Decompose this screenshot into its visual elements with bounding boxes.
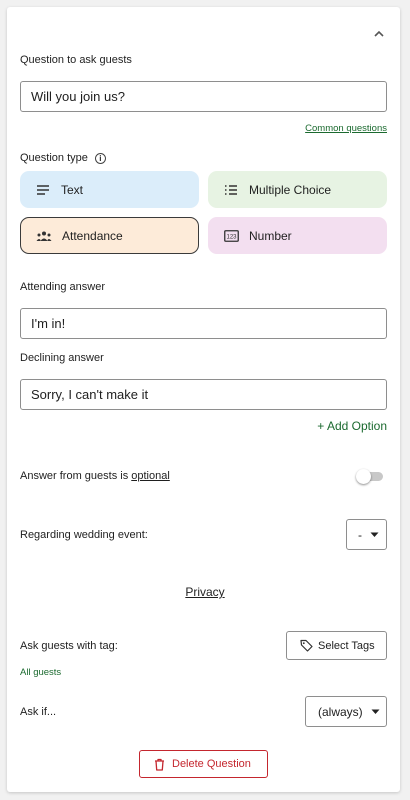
attending-answer-label: Attending answer	[20, 281, 105, 293]
optional-row: Answer from guests is optional	[20, 470, 170, 482]
type-multiple-choice-label: Multiple Choice	[249, 182, 332, 197]
collapse-button[interactable]	[369, 24, 389, 44]
ask-if-value: (always)	[318, 704, 363, 719]
question-label: Question to ask guests	[20, 54, 132, 66]
select-tags-button[interactable]: Select Tags	[286, 631, 387, 660]
trash-icon	[155, 758, 164, 771]
declining-answer-input[interactable]	[20, 379, 387, 410]
delete-question-button[interactable]: Delete Question	[139, 750, 268, 778]
tags-label: Ask guests with tag:	[20, 640, 118, 652]
svg-text:123: 123	[226, 234, 237, 240]
privacy-row: Privacy	[0, 585, 410, 599]
type-multiple-choice-button[interactable]: Multiple Choice	[208, 171, 387, 208]
add-option-button[interactable]: + Add Option	[317, 419, 387, 433]
tag-icon	[300, 639, 313, 652]
group-icon	[35, 227, 53, 245]
wedding-event-label: Regarding wedding event:	[20, 529, 148, 541]
common-questions-link[interactable]: Common questions	[305, 123, 387, 134]
optional-text: Answer from guests is	[20, 470, 132, 482]
type-attendance-button[interactable]: Attendance	[20, 217, 199, 254]
text-lines-icon	[34, 181, 52, 199]
optional-toggle-knob[interactable]	[356, 469, 371, 484]
declining-answer-label: Declining answer	[20, 352, 104, 364]
ask-if-label: Ask if...	[20, 706, 57, 718]
ask-if-select[interactable]: (always)	[305, 696, 387, 727]
numbers-icon: 123	[222, 227, 240, 245]
chevron-up-icon	[374, 30, 384, 37]
attending-answer-input[interactable]	[20, 308, 387, 339]
select-tags-label: Select Tags	[318, 639, 375, 652]
list-icon	[222, 181, 240, 199]
question-type-label: Question type	[20, 152, 88, 164]
question-type-label-row: Question type i	[20, 152, 106, 164]
type-number-label: Number	[249, 228, 292, 243]
wedding-event-value: -	[358, 527, 362, 542]
wedding-event-select[interactable]: -	[346, 519, 387, 550]
info-icon[interactable]: i	[94, 152, 106, 164]
delete-question-label: Delete Question	[172, 758, 251, 770]
type-attendance-label: Attendance	[62, 228, 123, 243]
question-input[interactable]	[20, 81, 387, 112]
dropdown-arrow-icon	[370, 532, 379, 537]
type-text-button[interactable]: Text	[20, 171, 199, 208]
type-text-label: Text	[61, 182, 84, 197]
dropdown-arrow-icon	[371, 709, 380, 714]
privacy-link[interactable]: Privacy	[185, 585, 224, 599]
optional-link[interactable]: optional	[131, 470, 170, 482]
type-number-button[interactable]: 123 Number	[208, 217, 387, 254]
tags-value: All guests	[20, 667, 62, 678]
